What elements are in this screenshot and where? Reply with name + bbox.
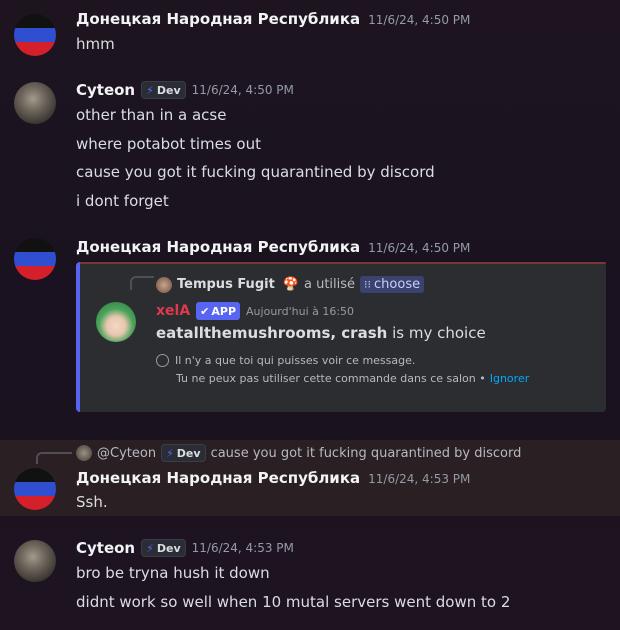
timestamp: 11/6/24, 4:53 PM <box>191 541 294 555</box>
timestamp: 11/6/24, 4:53 PM <box>368 472 471 486</box>
mushroom-icon: 🍄 <box>282 277 299 292</box>
author-avatar[interactable] <box>14 540 56 582</box>
author-name[interactable]: Донецкая Народная Республика <box>76 238 360 256</box>
user-avatar-icon[interactable] <box>156 276 172 293</box>
message-text: i dont forget <box>76 192 169 210</box>
dismiss-link[interactable]: Ignorer <box>490 372 530 385</box>
author-avatar[interactable] <box>14 238 56 280</box>
reply-user[interactable]: @Cyteon <box>97 446 156 461</box>
app-badge-label: APP <box>211 304 237 318</box>
author-avatar[interactable] <box>14 468 56 510</box>
dpr-flag-avatar <box>14 468 56 510</box>
author-name[interactable]: Донецкая Народная Республика <box>76 10 360 28</box>
check-icon: ✔ <box>200 304 210 318</box>
reply-avatar-icon[interactable] <box>76 445 92 461</box>
app-timestamp: Aujourd'hui à 16:50 <box>246 304 355 318</box>
lightning-icon: ⚡ <box>146 83 154 97</box>
message-text: other than in a acse <box>76 106 227 124</box>
author-avatar[interactable] <box>14 82 56 124</box>
result-choices: eatallthemushrooms, crash <box>156 324 388 342</box>
badge-label: Dev <box>156 83 181 97</box>
used-label: a utilisé <box>303 277 356 292</box>
embed-top-border <box>80 262 606 264</box>
author-name[interactable]: Cyteon <box>76 81 135 99</box>
command-chip[interactable]: ⁝⁝ choose <box>360 276 425 293</box>
reply-connector <box>36 452 72 464</box>
cat-avatar-image <box>14 540 56 582</box>
dev-badge[interactable]: ⚡ Dev <box>141 539 186 557</box>
lightning-icon: ⚡ <box>146 541 154 555</box>
app-result: eatallthemushrooms, crash is my choice <box>156 324 486 342</box>
cat-avatar-image <box>14 82 56 124</box>
dev-badge[interactable]: ⚡ Dev <box>141 81 186 99</box>
reply-preview[interactable]: cause you got it fucking quarantined by … <box>211 446 522 461</box>
slash-command-icon: ⁝⁝ <box>364 278 372 291</box>
dev-badge[interactable]: ⚡ Dev <box>161 444 206 462</box>
permission-notice: Tu ne peux pas utiliser cette commande d… <box>176 372 486 385</box>
ephemeral-notice: Il n'y a que toi qui puisses voir ce mes… <box>175 354 416 367</box>
command-name: choose <box>374 277 421 292</box>
command-user-name[interactable]: Tempus Fugit <box>177 277 275 292</box>
author-name[interactable]: Cyteon <box>76 539 135 557</box>
app-avatar[interactable] <box>96 302 136 342</box>
app-badge: ✔ APP <box>196 302 241 320</box>
author-avatar[interactable] <box>14 14 56 56</box>
message-text: where potabot times out <box>76 135 261 153</box>
dpr-flag-avatar <box>14 238 56 280</box>
message-text: cause you got it fucking quarantined by … <box>76 163 435 181</box>
lightning-icon: ⚡ <box>166 446 174 460</box>
message-text: hmm <box>76 35 115 53</box>
app-name[interactable]: xelA <box>156 303 190 319</box>
timestamp: 11/6/24, 4:50 PM <box>191 83 294 97</box>
dpr-flag-avatar <box>14 14 56 56</box>
result-suffix: is my choice <box>387 324 486 342</box>
reply-connector <box>130 276 154 290</box>
message-text: bro be tryna hush it down <box>76 564 270 582</box>
message-text: Ssh. <box>76 493 108 511</box>
app-response-embed: Tempus Fugit 🍄 a utilisé ⁝⁝ choose xelA … <box>76 262 606 412</box>
timestamp: 11/6/24, 4:50 PM <box>368 13 471 27</box>
badge-label: Dev <box>176 446 201 460</box>
message-text: didnt work so well when 10 mutal servers… <box>76 593 511 611</box>
timestamp: 11/6/24, 4:50 PM <box>368 241 471 255</box>
eye-icon <box>156 354 169 367</box>
badge-label: Dev <box>156 541 181 555</box>
author-name[interactable]: Донецкая Народная Республика <box>76 469 360 487</box>
